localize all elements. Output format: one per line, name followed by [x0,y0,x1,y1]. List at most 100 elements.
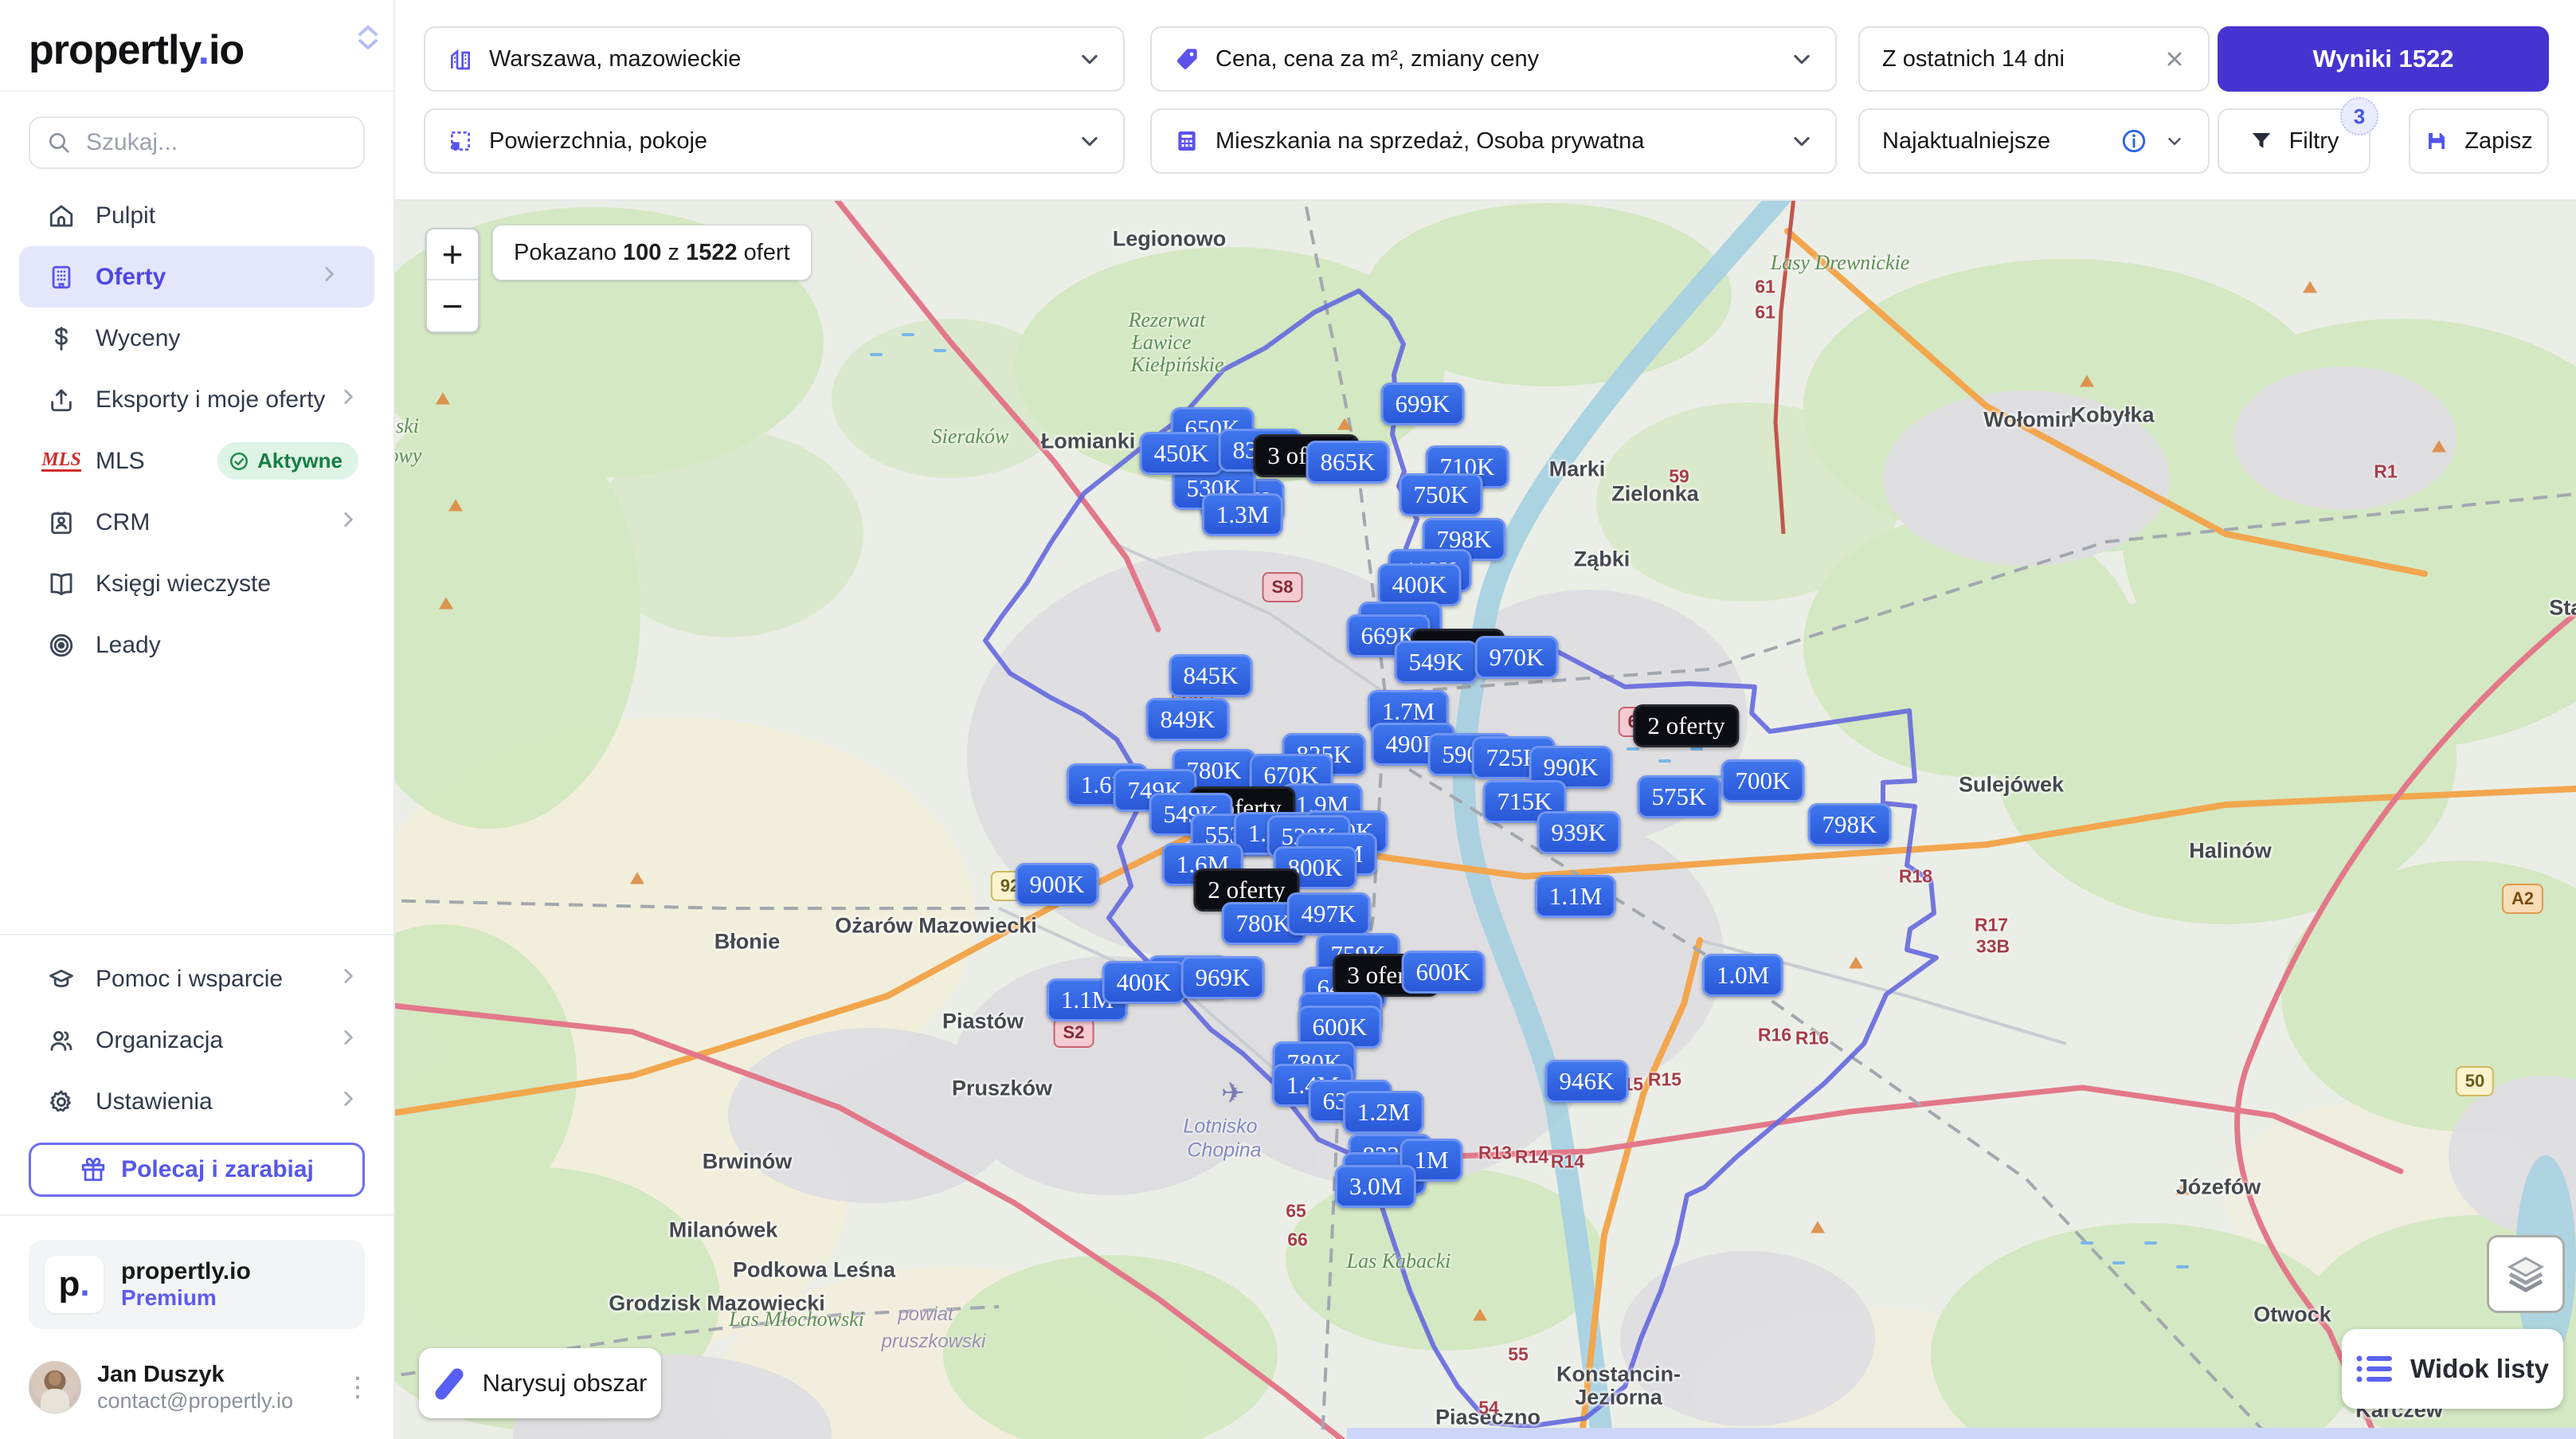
map-price-marker[interactable]: 575K [1638,775,1721,818]
filters-button[interactable]: Filtry 3 [2218,108,2370,174]
filter-chip-2-2[interactable]: Najaktualniejsze [1858,108,2210,174]
route-label: R18 [1899,866,1932,888]
map-price-marker[interactable]: 497K [1287,892,1371,935]
filter-chip-1-1[interactable]: Cena, cena za m², zmiany ceny [1150,26,1837,92]
poi-triangle-icon [1473,1309,1487,1321]
search-icon [46,130,72,155]
nature-label: Las Młochowski [729,1308,864,1331]
map-price-marker[interactable]: 865K [1306,441,1390,484]
map-price-marker[interactable]: 969K [1181,956,1265,999]
map-price-marker[interactable]: 600K [1402,951,1486,994]
map-price-marker[interactable]: 700K [1721,759,1805,802]
filter-chip-2-0[interactable]: Powierzchnia, pokoje [424,108,1125,174]
chevron-down-icon [1791,130,1813,152]
info-icon[interactable] [2120,127,2147,155]
route-label: 65 [1286,1201,1306,1222]
map-layers-button[interactable] [2487,1235,2565,1313]
wetland-mark [2081,1241,2093,1245]
results-button[interactable]: Wyniki 1522 [2218,26,2549,92]
map-canvas[interactable]: LegionowoŁomiankiWołominKobyłkaMarkiZiel… [393,199,2576,1439]
filter-chip-1-0[interactable]: Warszawa, mazowieckie [424,26,1125,92]
map-price-marker[interactable]: 845K [1169,654,1253,697]
map-price-marker[interactable]: 900K [1016,863,1099,906]
save-button[interactable]: Zapisz [2409,108,2549,174]
sidebar-item-organizacja[interactable]: Organizacja [0,1010,393,1071]
map-price-marker[interactable]: 750K [1400,473,1483,516]
road-shield: S2 [1054,1017,1094,1048]
map-price-marker[interactable]: 1.2M [1343,1091,1424,1134]
sidebar-item-ustawienia[interactable]: Ustawienia [0,1071,393,1132]
sidebar-item-ksi-gi-wieczyste[interactable]: Księgi wieczyste [0,553,393,614]
map-zoom-control: + − [425,228,480,333]
zoom-out-button[interactable]: − [427,280,478,331]
poi-triangle-icon [2303,281,2317,293]
route-label: 61 [1755,276,1775,298]
organization-card[interactable]: p. propertly.io Premium [29,1240,365,1329]
organization-plan: Premium [121,1285,251,1311]
map-price-marker[interactable]: 450K [1140,432,1223,475]
map-cluster-marker[interactable]: 2 oferty [1633,704,1739,747]
map-price-marker[interactable]: 1.1M [1535,875,1616,918]
zoom-in-button[interactable]: + [427,229,478,280]
sidebar-search[interactable] [29,116,365,169]
save-button-label: Zapisz [2464,128,2532,155]
town-label: Otwock [2253,1303,2331,1327]
sidebar-item-label: MLS [96,448,145,475]
sidebar-item-label: Eksporty i moje oferty [96,386,325,414]
chevron-down-icon [1791,48,1813,70]
wetland-mark [902,333,914,336]
target-icon [48,632,75,659]
wetland-mark [1658,759,1671,763]
city-icon [448,46,473,72]
sidebar-item-crm[interactable]: CRM [0,492,393,553]
chevron-down-icon [2166,132,2183,150]
poi-triangle-icon [439,598,453,610]
town-label: Łomianki [1041,429,1136,454]
map-price-marker[interactable]: 1.0M [1702,954,1783,997]
sidebar: propertly.io PulpitOfertyWycenyEksporty … [0,0,395,1439]
map-price-marker[interactable]: 946K [1545,1060,1629,1103]
road-shield: A2 [2502,884,2543,914]
map-price-marker[interactable]: 798K [1808,803,1892,846]
town-label: Sulejówek [1959,773,2064,798]
sidebar-item-leady[interactable]: Leady [0,614,393,676]
user-name: Jan Duszyk [97,1361,293,1389]
map-price-marker[interactable]: 939K [1537,811,1621,854]
user-menu-kebab-icon[interactable]: ⋮ [344,1381,371,1394]
map-price-marker[interactable]: 970K [1475,636,1559,679]
sidebar-item-eksporty-i-moje-oferty[interactable]: Eksporty i moje oferty [0,369,393,430]
route-label: R15 [1648,1069,1681,1091]
road-shield: 50 [2456,1066,2494,1096]
clear-filter-icon[interactable] [2163,48,2186,70]
user-row[interactable]: Jan Duszyk contact@propertly.io ⋮ [29,1359,371,1415]
route-label: 55 [1508,1344,1529,1366]
map-price-marker[interactable]: 400K [1102,961,1186,1004]
map-price-marker[interactable]: 699K [1381,382,1465,425]
sidebar-item-pomoc-i-wsparcie[interactable]: Pomoc i wsparcie [0,948,393,1010]
sidebar-item-label: CRM [96,509,150,536]
draw-area-button[interactable]: Narysuj obszar [419,1348,661,1418]
map-price-marker[interactable]: 400K [1378,563,1462,606]
sidebar-item-oferty[interactable]: Oferty [19,246,374,308]
map-price-marker[interactable]: 1.3M [1202,493,1283,536]
filter-chip-2-1[interactable]: Mieszkania na sprzedaż, Osoba prywatna [1150,108,1837,174]
sidebar-item-pulpit[interactable]: Pulpit [0,185,393,246]
airport-label: Chopina [1187,1139,1261,1163]
map-price-marker[interactable]: 3.0M [1335,1165,1416,1208]
list-view-button[interactable]: Widok listy [2342,1329,2563,1409]
wetland-mark [1627,747,1639,751]
home-icon [48,202,75,229]
route-label: R16 [1795,1028,1829,1049]
save-icon [2425,129,2449,153]
sidebar-item-mls[interactable]: MLSMLSAktywne [0,430,393,492]
chevron-down-icon [358,38,378,51]
sidebar-item-wyceny[interactable]: Wyceny [0,308,393,369]
chevron-right-icon [338,1027,358,1054]
sidebar-collapse-toggle[interactable] [350,10,386,65]
map-price-marker[interactable]: 849K [1146,698,1230,741]
filter-chip-1-2[interactable]: Z ostatnich 14 dni [1858,26,2210,92]
tag-icon [1174,46,1200,72]
refer-and-earn-button[interactable]: Polecaj i zarabiaj [29,1143,365,1197]
map-price-marker[interactable]: 549K [1395,641,1478,684]
search-input[interactable] [84,128,327,157]
